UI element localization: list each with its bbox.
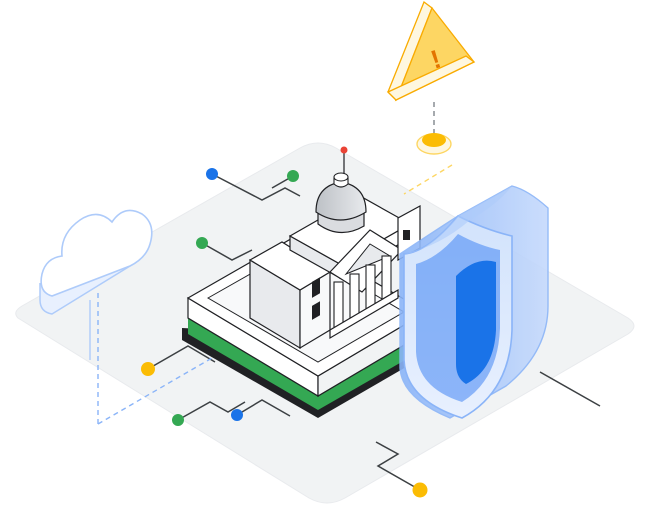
red-beacon [340,146,348,154]
green-node-dot [196,237,208,249]
warning-triangle-icon: ! [386,0,476,102]
yellow-node-dot [412,482,428,498]
blue-node-dot [231,409,243,421]
yellow-node-dot [141,362,155,376]
blue-node-dot [206,168,218,180]
illustration-canvas: ! [15,0,635,504]
green-node-dot [172,414,184,426]
green-node-dot [287,170,299,182]
yellow-coin [416,133,452,155]
